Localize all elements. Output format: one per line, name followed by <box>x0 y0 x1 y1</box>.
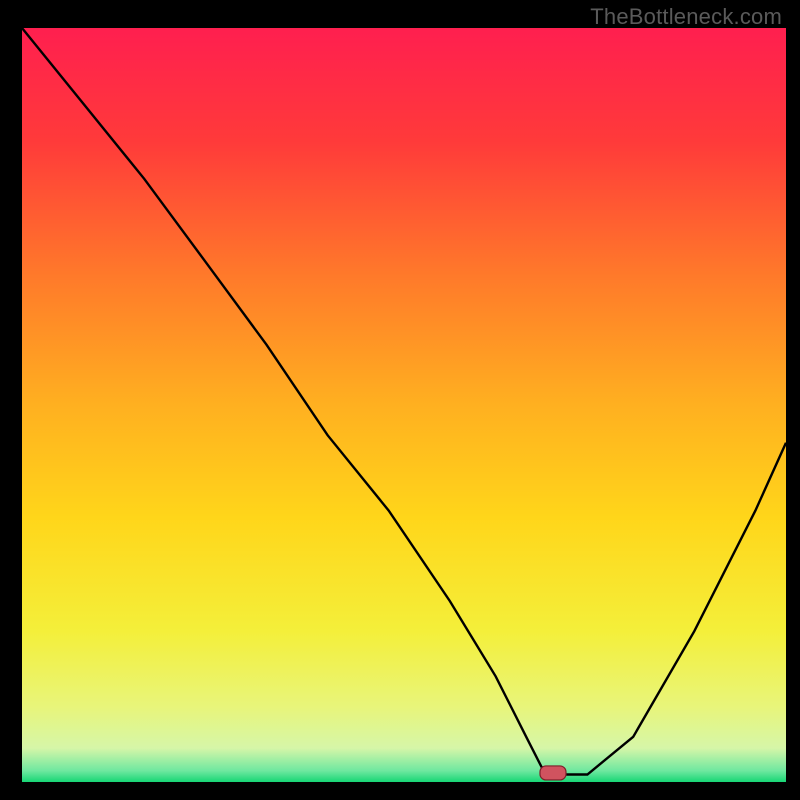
chart-frame: TheBottleneck.com <box>0 0 800 800</box>
watermark-text: TheBottleneck.com <box>590 4 782 30</box>
bottleneck-chart <box>0 0 800 800</box>
optimal-marker <box>540 766 566 780</box>
